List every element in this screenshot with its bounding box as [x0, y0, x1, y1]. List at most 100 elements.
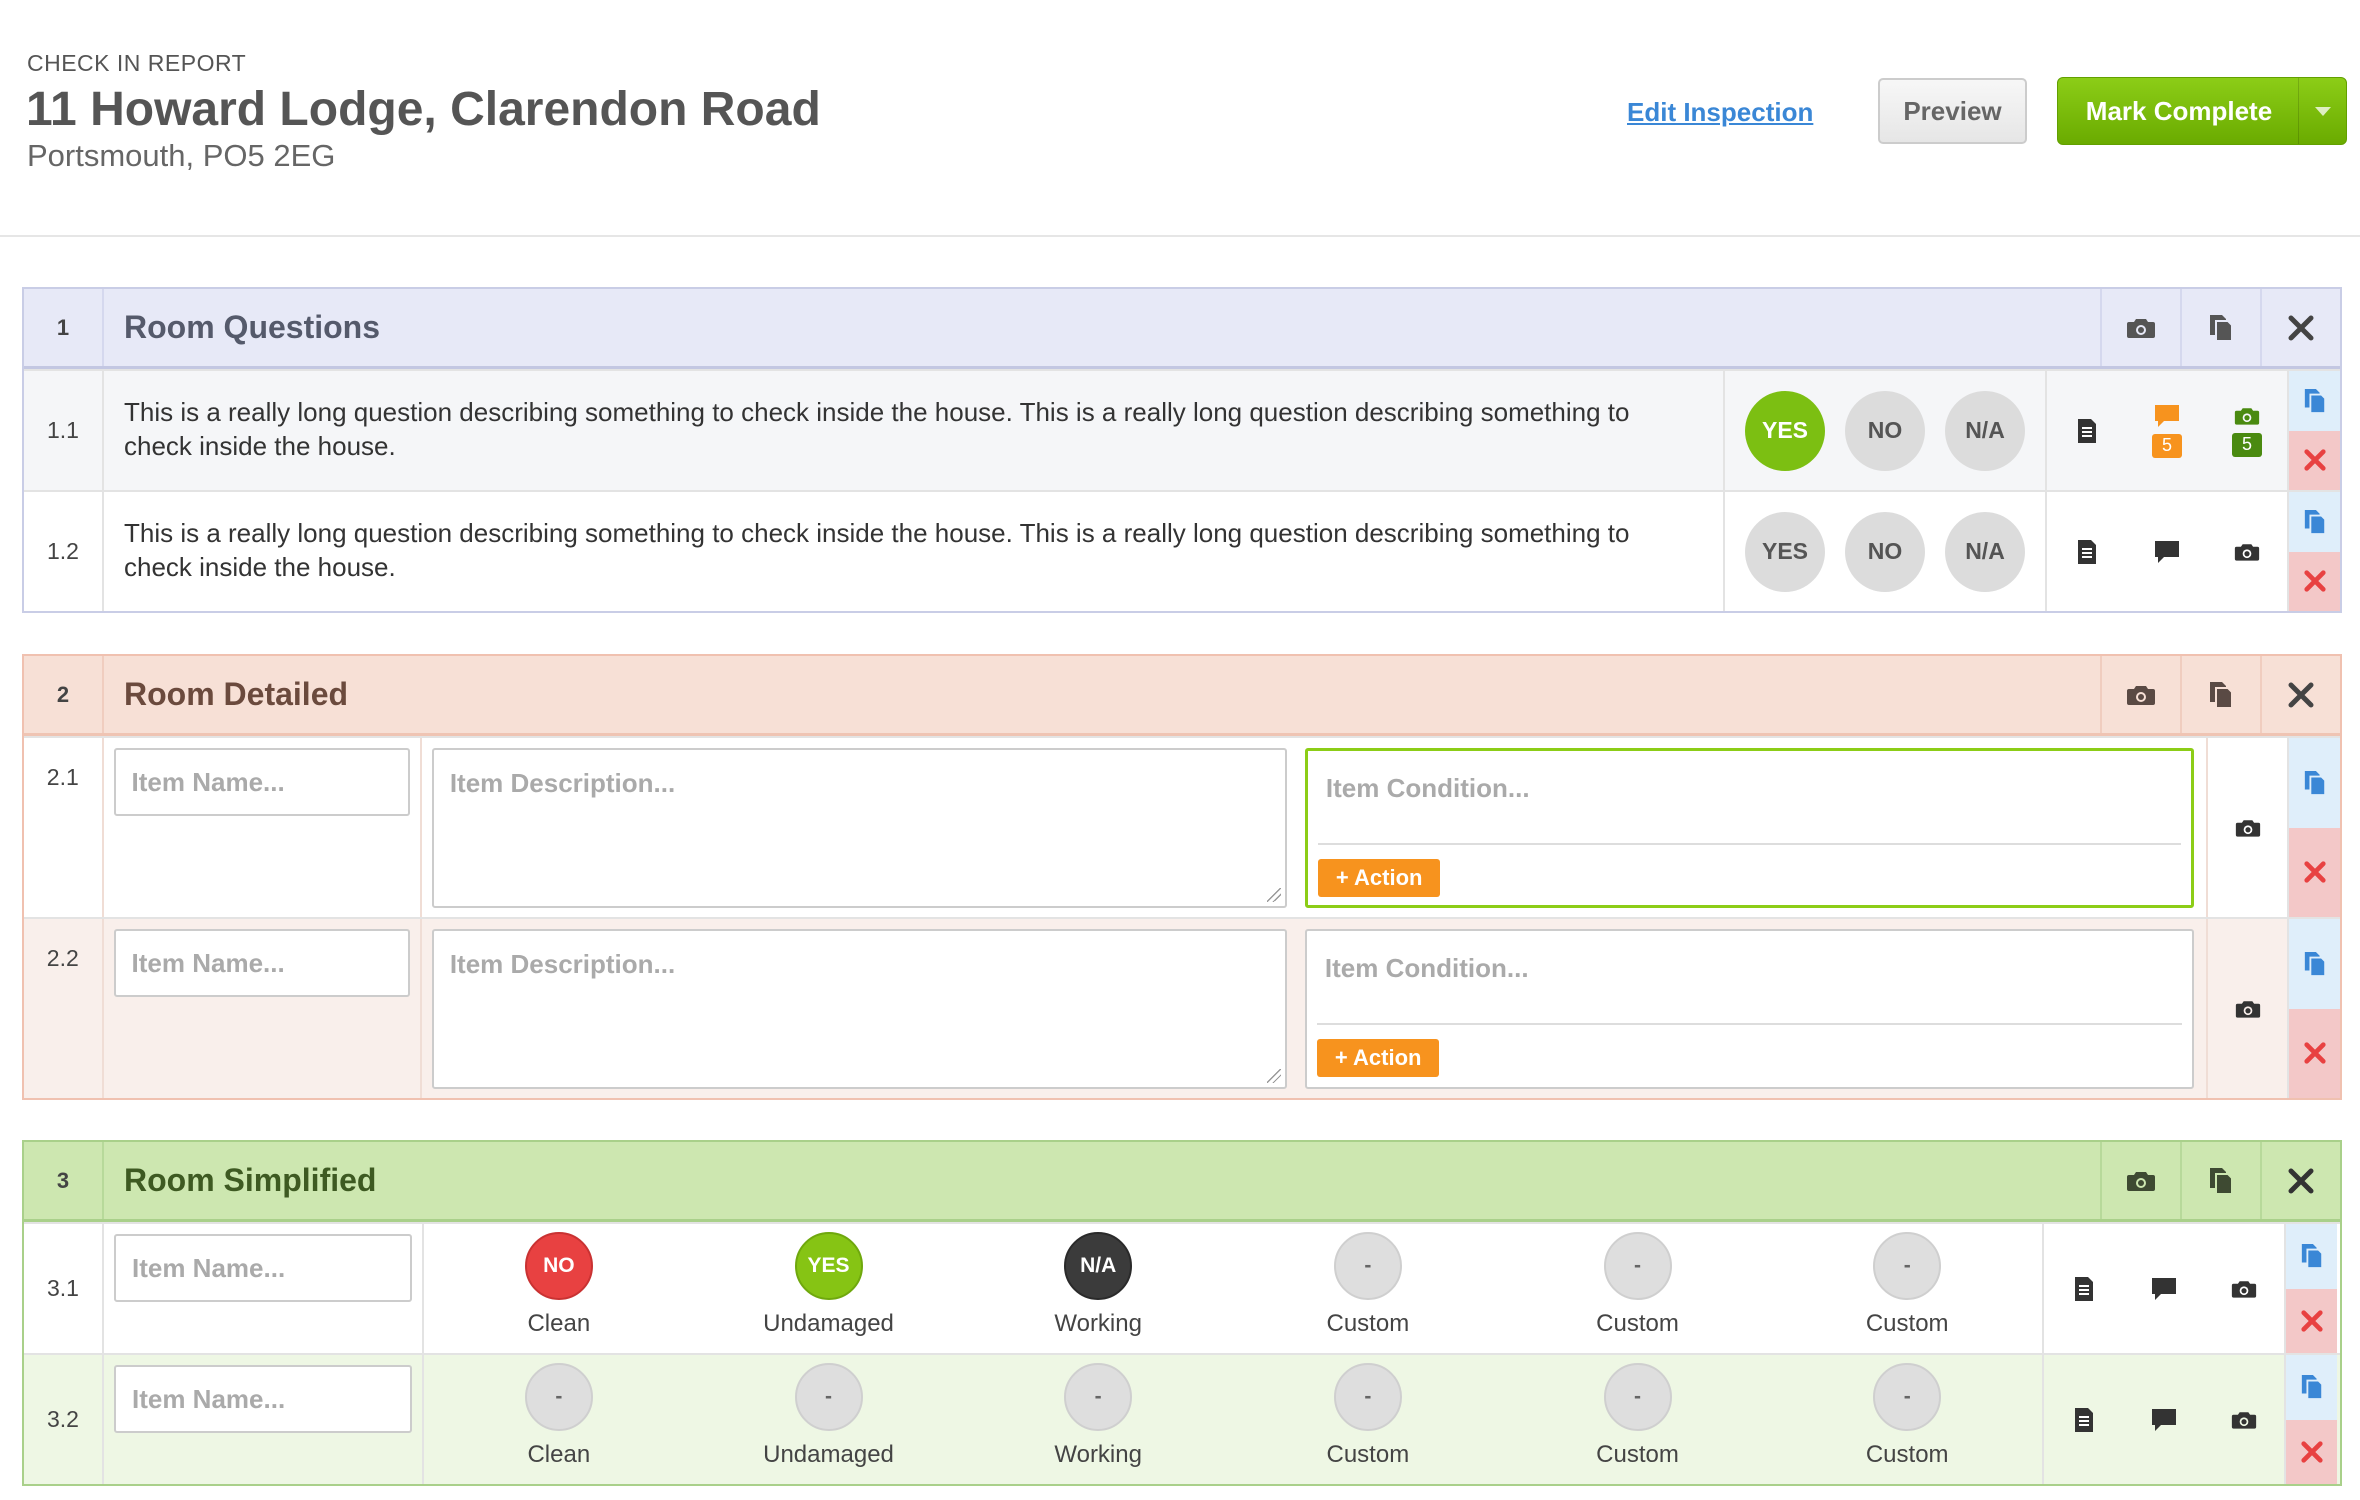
copy-icon[interactable] — [2289, 919, 2340, 1009]
option-toggle[interactable]: - — [1603, 1363, 1672, 1431]
delete-icon[interactable] — [2289, 430, 2340, 490]
resize-handle-icon[interactable] — [1266, 888, 1281, 902]
resize-handle-icon[interactable] — [1266, 1069, 1281, 1083]
edit-inspection-link[interactable]: Edit Inspection — [1627, 97, 1813, 128]
section-camera-icon[interactable] — [2100, 289, 2180, 366]
simplified-item-row: 3.2 Item Name... - Clean - Undamaged - W… — [24, 1353, 2340, 1484]
section-camera-icon[interactable] — [2100, 656, 2180, 733]
comment-icon[interactable] — [2124, 1408, 2204, 1432]
answer-no-button[interactable]: NO — [1845, 390, 1925, 471]
option-toggle[interactable]: - — [1333, 1363, 1402, 1431]
option-label: Undamaged — [763, 1441, 894, 1468]
option-toggle[interactable]: NO — [524, 1232, 593, 1300]
section-copy-icon[interactable] — [2180, 289, 2260, 366]
option-toggle[interactable]: - — [1064, 1363, 1133, 1431]
option-toggle[interactable]: - — [1333, 1232, 1402, 1300]
note-icon[interactable] — [2047, 539, 2127, 565]
delete-icon[interactable] — [2289, 827, 2340, 917]
option-clean: - Clean — [424, 1355, 694, 1484]
option-clean: NO Clean — [424, 1224, 694, 1353]
section-close-icon[interactable] — [2260, 656, 2340, 733]
row-side-actions — [2287, 738, 2340, 917]
camera-icon[interactable] — [2204, 1409, 2284, 1431]
property-address: 11 Howard Lodge, Clarendon Road — [26, 83, 821, 136]
option-label: Clean — [527, 1310, 591, 1337]
item-name-input[interactable]: Item Name... — [113, 929, 410, 997]
preview-button[interactable]: Preview — [1878, 78, 2027, 144]
row-number: 3.2 — [24, 1355, 104, 1484]
item-description-input[interactable]: Item Description... — [431, 748, 1287, 908]
answer-yes-button[interactable]: YES — [1745, 390, 1825, 471]
section-camera-icon[interactable] — [2100, 1142, 2180, 1219]
delete-icon[interactable] — [2286, 1288, 2337, 1353]
option-toggle[interactable]: YES — [794, 1232, 863, 1300]
section-close-icon[interactable] — [2260, 289, 2340, 366]
section-close-icon[interactable] — [2260, 1142, 2340, 1219]
camera-icon[interactable] — [2208, 738, 2288, 917]
copy-icon[interactable] — [2289, 371, 2340, 431]
option-toggle[interactable]: - — [1603, 1232, 1672, 1300]
option-toggle[interactable]: - — [1873, 1363, 1942, 1431]
divider — [1316, 1023, 2182, 1025]
delete-icon[interactable] — [2289, 551, 2340, 611]
item-description-placeholder: Item Description... — [449, 768, 676, 798]
delete-icon[interactable] — [2286, 1419, 2337, 1484]
mark-complete-dropdown[interactable] — [2298, 78, 2346, 144]
item-condition-placeholder: Item Condition... — [1325, 773, 1530, 803]
item-name-cell: Item Name... — [104, 738, 422, 917]
option-undamaged: - Undamaged — [694, 1355, 964, 1484]
option-toggle[interactable]: - — [524, 1363, 593, 1431]
section-title: Room Simplified — [124, 1162, 377, 1198]
item-condition-cell: Item Condition... + Action — [1297, 919, 2208, 1098]
note-icon[interactable] — [2044, 1407, 2124, 1433]
simplified-item-row: 3.1 Item Name... NO Clean YES Undamaged … — [24, 1222, 2340, 1353]
note-icon[interactable] — [2044, 1276, 2124, 1302]
note-icon[interactable] — [2047, 418, 2127, 444]
item-name-input[interactable]: Item Name... — [114, 1365, 412, 1433]
option-label: Undamaged — [763, 1310, 894, 1337]
answer-no-button[interactable]: NO — [1845, 511, 1925, 592]
item-name-input[interactable]: Item Name... — [113, 748, 410, 816]
report-type: CHECK IN REPORT — [27, 50, 247, 76]
camera-icon[interactable] — [2204, 1278, 2284, 1300]
copy-icon[interactable] — [2289, 738, 2340, 828]
copy-icon[interactable] — [2286, 1355, 2337, 1420]
add-action-button[interactable]: + Action — [1317, 859, 1441, 897]
row-number: 1.1 — [24, 371, 104, 490]
answer-na-button[interactable]: N/A — [1945, 511, 2025, 592]
option-toggle[interactable]: N/A — [1064, 1232, 1133, 1300]
answer-na-button[interactable]: N/A — [1945, 390, 2025, 471]
comment-icon[interactable] — [2127, 540, 2207, 564]
section-copy-icon[interactable] — [2180, 656, 2260, 733]
comment-icon[interactable] — [2124, 1277, 2204, 1301]
row-tools — [2044, 1355, 2284, 1484]
item-condition-input[interactable]: Item Condition... + Action — [1304, 748, 2194, 908]
mark-complete-button[interactable]: Mark Complete — [2057, 77, 2347, 145]
add-action-button[interactable]: + Action — [1316, 1039, 1440, 1077]
property-postcode: Portsmouth, PO5 2EG — [27, 138, 336, 173]
photo-count-badge: 5 — [2232, 432, 2262, 457]
camera-icon[interactable]: 5 — [2207, 405, 2287, 457]
chevron-down-icon — [2314, 106, 2331, 116]
copy-icon[interactable] — [2289, 492, 2340, 552]
comment-icon[interactable]: 5 — [2127, 404, 2207, 458]
option-label: Custom — [1865, 1441, 1949, 1468]
camera-icon[interactable] — [2207, 541, 2287, 563]
condition-options: NO Clean YES Undamaged N/A Working - Cus… — [424, 1224, 2044, 1353]
option-label: Custom — [1865, 1310, 1949, 1337]
option-working: - Working — [963, 1355, 1233, 1484]
camera-icon[interactable] — [2208, 919, 2288, 1098]
delete-icon[interactable] — [2289, 1008, 2340, 1098]
option-label: Custom — [1596, 1310, 1679, 1337]
option-toggle[interactable]: - — [1873, 1232, 1942, 1300]
answer-yes-button[interactable]: YES — [1745, 511, 1825, 592]
section-copy-icon[interactable] — [2180, 1142, 2260, 1219]
condition-options: - Clean - Undamaged - Working - Custom -… — [424, 1355, 2044, 1484]
row-side-actions — [2287, 492, 2340, 611]
option-custom: - Custom — [1772, 1224, 2042, 1353]
item-name-input[interactable]: Item Name... — [114, 1234, 412, 1302]
option-toggle[interactable]: - — [794, 1363, 863, 1431]
item-description-input[interactable]: Item Description... — [431, 929, 1287, 1089]
item-condition-input[interactable]: Item Condition... + Action — [1304, 929, 2194, 1089]
copy-icon[interactable] — [2286, 1224, 2337, 1289]
